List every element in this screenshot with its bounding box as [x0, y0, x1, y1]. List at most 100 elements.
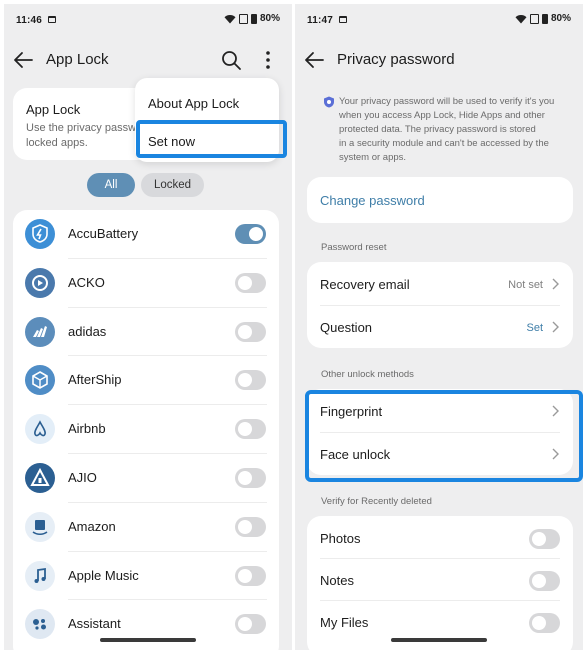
lock-toggle[interactable]: [235, 224, 266, 244]
ajio-icon: [25, 463, 55, 493]
toggle-knob: [532, 616, 546, 630]
recovery-email-value: Not set: [508, 279, 543, 291]
verify-toggle[interactable]: [529, 529, 560, 549]
info-card-title: App Lock: [26, 102, 81, 117]
verify-row-label: My Files: [320, 615, 369, 630]
app-name: Assistant: [68, 616, 121, 632]
battery-percent: 80%: [550, 13, 571, 24]
adidas-icon: [25, 316, 55, 347]
verify-toggle[interactable]: [529, 613, 560, 633]
acko-icon: [25, 267, 55, 298]
apple-music-icon: [25, 560, 55, 591]
toggle-knob: [238, 324, 252, 339]
lock-toggle[interactable]: [235, 272, 266, 293]
status-time: 11:47: [307, 15, 334, 26]
password-reset-section-label: Password reset: [321, 242, 387, 253]
toggle-knob: [238, 617, 252, 632]
app-name: Airbnb: [68, 421, 106, 437]
verify-row-label: Photos: [320, 531, 361, 546]
toggle-knob: [532, 532, 546, 546]
chevron-right-icon: [552, 278, 559, 290]
change-password-link[interactable]: Change password: [320, 193, 425, 208]
page-title: Privacy password: [337, 51, 455, 68]
toggle-knob: [238, 568, 252, 583]
toggle-knob: [249, 227, 263, 241]
question-row[interactable]: Question Set: [307, 305, 573, 348]
filter-locked-chip[interactable]: Locked: [141, 173, 204, 197]
back-arrow-icon[interactable]: [12, 50, 34, 70]
lock-toggle[interactable]: [235, 516, 266, 537]
sim-icon: [529, 13, 539, 24]
back-arrow-icon[interactable]: [303, 50, 325, 70]
recovery-email-label: Recovery email: [320, 277, 410, 292]
verify-section-label: Verify for Recently deleted: [321, 496, 432, 507]
lock-toggle[interactable]: [235, 321, 266, 342]
recovery-email-row[interactable]: Recovery email Not set: [307, 262, 573, 305]
toggle-knob: [238, 373, 252, 388]
app-row[interactable]: ACKO: [13, 259, 279, 308]
app-name: ACKO: [68, 274, 105, 290]
app-bar: Privacy password: [295, 40, 583, 80]
verify-row[interactable]: My Files: [307, 600, 573, 642]
verify-row[interactable]: Notes: [307, 558, 573, 601]
app-row[interactable]: AJIO: [13, 454, 279, 503]
battery-percent: 80%: [259, 13, 280, 24]
status-bar: 11:46 80%: [4, 4, 292, 36]
status-icons: 80%: [515, 13, 571, 24]
app-row[interactable]: Amazon: [13, 503, 279, 552]
lock-toggle[interactable]: [235, 468, 266, 488]
privacy-notice-text: Your privacy password will be used to ve…: [339, 96, 555, 163]
sim-icon: [238, 13, 248, 24]
status-bar: 11:47 80%: [295, 4, 583, 36]
amazon-icon: [25, 511, 55, 542]
chevron-right-icon: [552, 321, 559, 333]
app-name: adidas: [68, 323, 107, 339]
app-row[interactable]: AfterShip: [13, 356, 279, 406]
lock-toggle[interactable]: [235, 419, 266, 440]
accubattery-icon: [25, 219, 55, 249]
filter-all-chip[interactable]: All: [87, 173, 135, 197]
verify-row[interactable]: Photos: [307, 516, 573, 559]
toggle-knob: [238, 471, 252, 485]
filter-chips: All Locked: [87, 173, 204, 197]
verify-row-label: Notes: [320, 573, 354, 588]
app-name: AfterShip: [68, 372, 122, 388]
battery-icon: [541, 13, 548, 24]
lock-toggle[interactable]: [235, 565, 266, 586]
toggle-knob: [238, 275, 252, 290]
app-row[interactable]: AccuBattery: [13, 210, 279, 259]
app-row[interactable]: Apple Music: [13, 552, 279, 601]
change-password-card[interactable]: Change password: [307, 177, 573, 223]
app-name: Apple Music: [68, 567, 139, 583]
question-label: Question: [320, 320, 373, 335]
question-value: Set: [526, 322, 543, 334]
lock-toggle[interactable]: [235, 614, 266, 635]
toggle-knob: [532, 574, 546, 588]
menu-item-about-app-lock[interactable]: About App Lock: [148, 96, 239, 111]
search-icon[interactable]: [220, 49, 242, 71]
verify-recently-deleted-card: Photos Notes My Files: [307, 516, 573, 650]
app-name: AJIO: [68, 470, 97, 485]
privacy-password-screen: 11:47 80% Privacy password Your privacy …: [295, 4, 583, 650]
shield-icon: [324, 96, 334, 108]
other-unlock-section-label: Other unlock methods: [321, 369, 414, 380]
aftership-icon: [25, 365, 55, 396]
calendar-icon: [339, 16, 347, 23]
lock-toggle[interactable]: [235, 370, 266, 391]
password-reset-card: Recovery email Not set Question Set: [307, 262, 573, 348]
verify-toggle[interactable]: [529, 571, 560, 591]
airbnb-icon: [25, 414, 55, 445]
page-title: App Lock: [46, 51, 109, 68]
wifi-icon: [515, 14, 527, 23]
home-indicator: [391, 638, 487, 642]
toggle-knob: [238, 519, 252, 534]
wifi-icon: [224, 14, 236, 23]
app-row[interactable]: Airbnb: [13, 405, 279, 454]
toggle-knob: [238, 422, 252, 437]
set-now-highlight: [136, 120, 287, 158]
more-options-icon[interactable]: [260, 49, 276, 71]
home-indicator: [100, 638, 196, 642]
app-name: Amazon: [68, 518, 116, 534]
app-row[interactable]: adidas: [13, 308, 279, 357]
app-list: AccuBattery ACKO adidas AfterShip Airbnb AJIO…: [13, 210, 279, 650]
